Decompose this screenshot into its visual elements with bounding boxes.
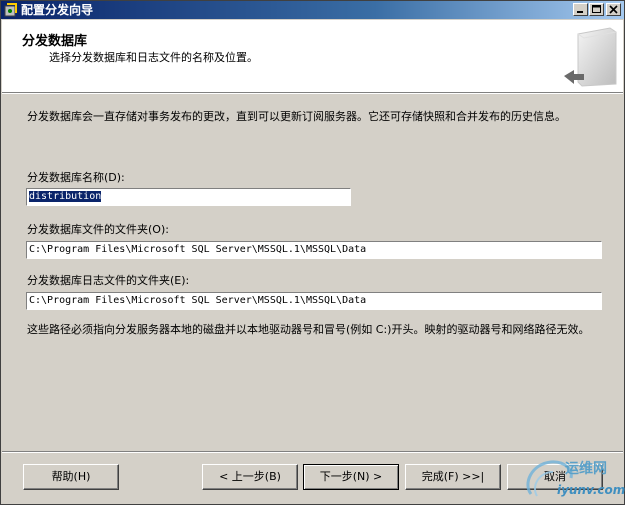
finish-button[interactable]: 完成(F) >>| <box>405 464 501 490</box>
close-icon <box>609 5 618 14</box>
site-watermark: 运维网 iyunv.com <box>521 456 625 504</box>
db-name-value: distribution <box>29 191 102 202</box>
minimize-button[interactable] <box>573 3 588 16</box>
wizard-app-icon <box>4 3 17 17</box>
db-name-label: 分发数据库名称(D): <box>27 171 125 184</box>
minimize-icon <box>577 11 583 13</box>
log-folder-input[interactable]: C:\Program Files\Microsoft SQL Server\MS… <box>26 292 602 310</box>
wizard-banner-icon <box>564 27 617 87</box>
log-folder-label: 分发数据库日志文件的文件夹(E): <box>27 274 190 287</box>
wizard-window: 配置分发向导 分发数据库 选择分发数据库和日志文件的名称及位置。 分发数据库会一 <box>0 0 625 505</box>
watermark-text-bottom: iyunv.com <box>557 483 625 497</box>
maximize-button[interactable] <box>589 3 604 16</box>
maximize-icon <box>592 5 601 13</box>
close-button[interactable] <box>606 3 621 16</box>
window-title: 配置分发向导 <box>21 3 94 17</box>
db-name-input[interactable]: distribution <box>26 188 351 206</box>
title-bar[interactable]: 配置分发向导 <box>1 1 624 19</box>
watermark-text-top: 运维网 <box>565 461 607 477</box>
next-button[interactable]: 下一步(N) > <box>303 464 399 490</box>
wizard-header: 分发数据库 选择分发数据库和日志文件的名称及位置。 <box>2 20 623 93</box>
page-subtitle: 选择分发数据库和日志文件的名称及位置。 <box>49 51 258 64</box>
back-button[interactable]: < 上一步(B) <box>202 464 298 490</box>
path-note-text: 这些路径必须指向分发服务器本地的磁盘并以本地驱动器号和冒号(例如 C:)开头。映… <box>27 323 590 336</box>
footer-divider-highlight <box>2 452 623 453</box>
help-button[interactable]: 帮助(H) <box>23 464 119 490</box>
header-divider <box>2 93 623 94</box>
description-text: 分发数据库会一直存储对事务发布的更改，直到可以更新订阅服务器。它还可存储快照和合… <box>27 110 566 123</box>
data-folder-input[interactable]: C:\Program Files\Microsoft SQL Server\MS… <box>26 241 602 259</box>
data-folder-label: 分发数据库文件的文件夹(O): <box>27 223 169 236</box>
page-title: 分发数据库 <box>22 34 88 49</box>
